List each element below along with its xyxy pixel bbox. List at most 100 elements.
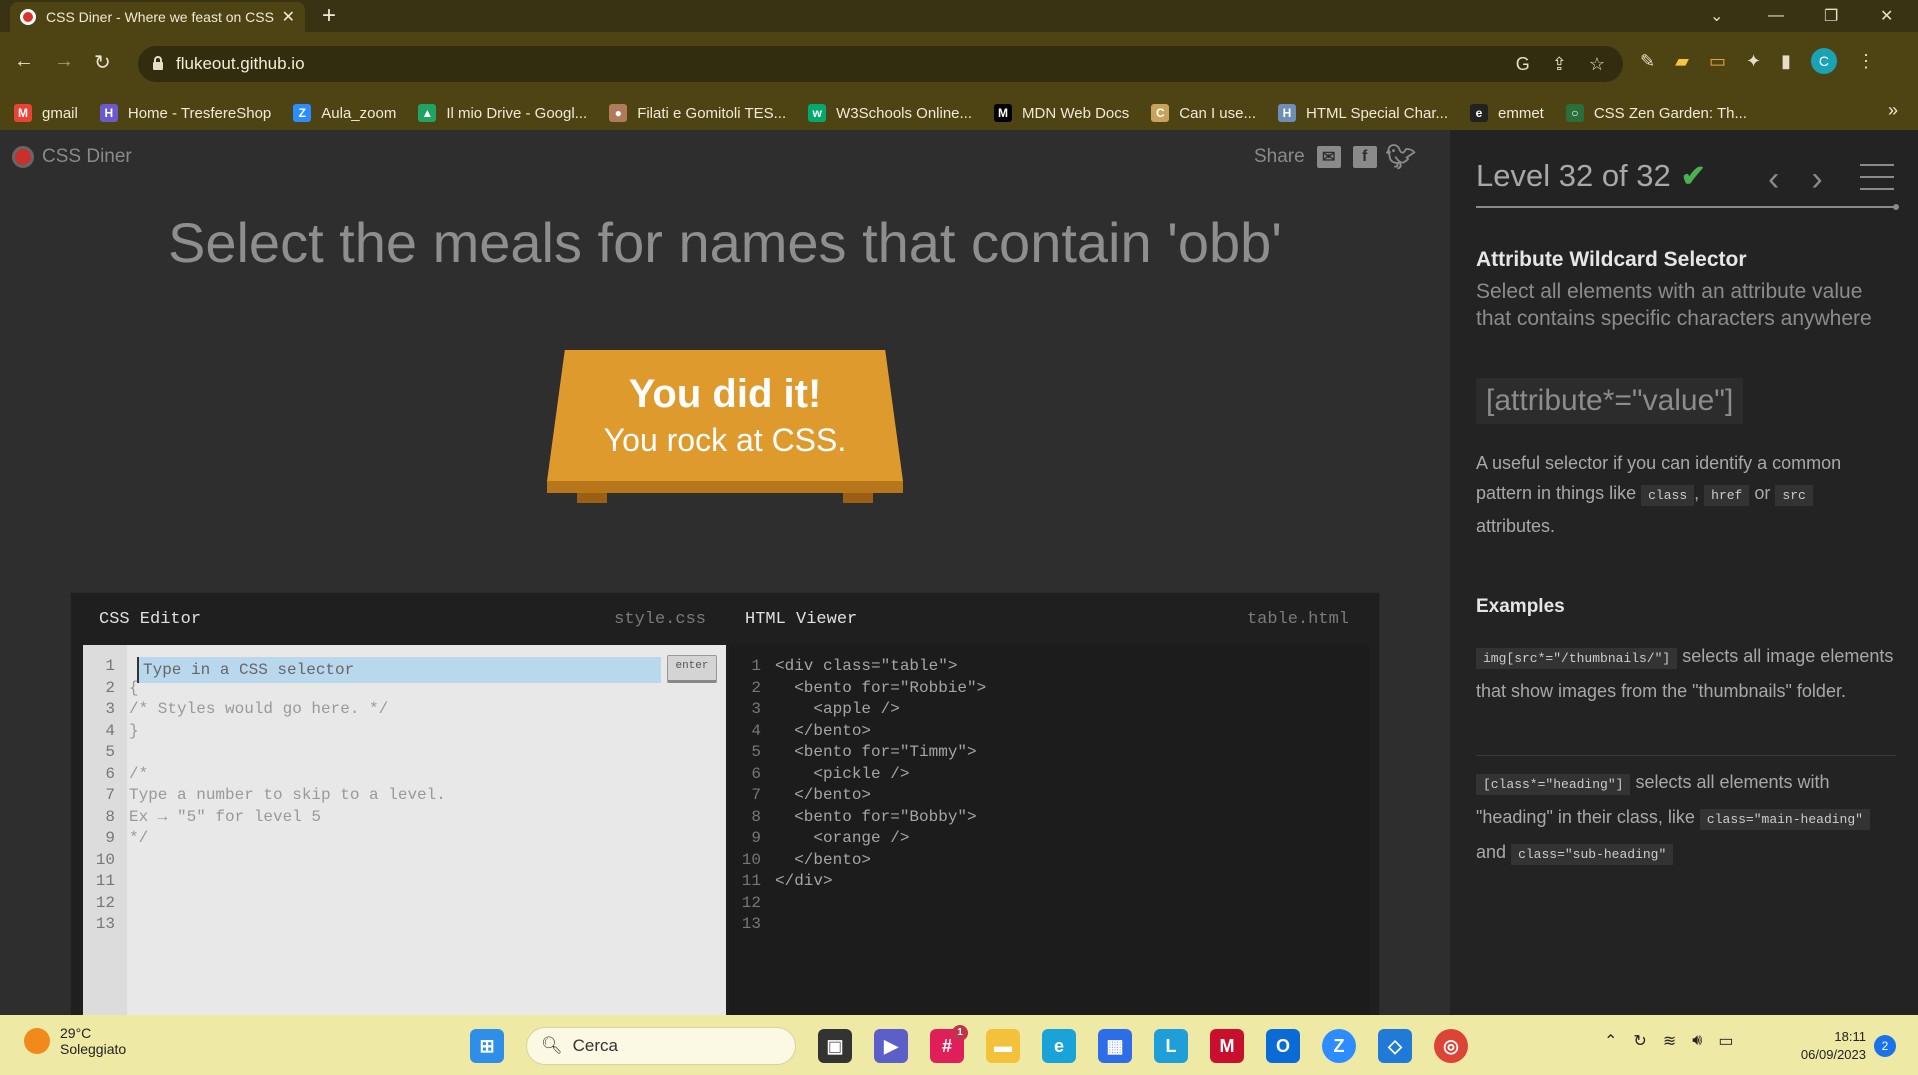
weather-widget[interactable]: 29°C Soleggiato bbox=[24, 1025, 126, 1057]
line-number: 1 bbox=[105, 657, 115, 675]
window-close-icon[interactable]: ✕ bbox=[1880, 0, 1893, 32]
bookmark-item[interactable]: H Home - TresfereShop bbox=[99, 104, 272, 122]
extension-pen-icon[interactable]: ✎ bbox=[1640, 51, 1655, 72]
next-level-icon[interactable]: › bbox=[1811, 160, 1822, 199]
bookmark-favicon-icon: w bbox=[808, 104, 827, 122]
game-area: CSS Diner Share ✉ f 🐦︎ Select the meals … bbox=[0, 130, 1450, 1015]
code-line: </bento> bbox=[775, 850, 872, 869]
tab-search-icon[interactable]: ⌄ bbox=[1710, 0, 1723, 32]
extensions-puzzle-icon[interactable]: ✦ bbox=[1746, 51, 1761, 72]
sync-icon[interactable]: ↻ bbox=[1633, 1031, 1646, 1051]
facebook-icon[interactable]: f bbox=[1352, 146, 1377, 168]
line-number: 10 bbox=[741, 850, 761, 869]
line-number: 5 bbox=[751, 743, 761, 761]
teams-chat-icon[interactable]: ▶ bbox=[874, 1029, 908, 1063]
side-panel-icon[interactable]: ▮ bbox=[1781, 51, 1791, 72]
taskbar-search[interactable]: 🔍︎ Cerca bbox=[526, 1027, 796, 1065]
url-text: flukeout.github.io bbox=[176, 54, 305, 73]
new-tab-button[interactable]: + bbox=[322, 2, 336, 30]
windows-start-icon[interactable]: ⊞ bbox=[470, 1029, 504, 1063]
line-number: 10 bbox=[95, 850, 115, 869]
bookmark-favicon-icon: M bbox=[994, 104, 1013, 122]
app-l-icon[interactable]: L bbox=[1154, 1029, 1188, 1063]
level-menu-icon[interactable] bbox=[1860, 164, 1894, 200]
vscode-icon[interactable]: ◇ bbox=[1378, 1029, 1412, 1063]
level-sidebar: Level 32 of 32 ✔ ‹ › Attribute Wildcard … bbox=[1450, 130, 1918, 1015]
bookmark-label: W3Schools Online... bbox=[836, 104, 973, 122]
bookmark-item[interactable]: M MDN Web Docs bbox=[994, 104, 1129, 122]
line-number: 8 bbox=[751, 807, 761, 826]
code-line: <bento for="Timmy"> bbox=[775, 743, 977, 761]
notification-badge[interactable]: 2 bbox=[1874, 1035, 1896, 1057]
bookmark-item[interactable]: ○ CSS Zen Garden: Th... bbox=[1565, 104, 1747, 122]
bookmark-label: Home - TresfereShop bbox=[127, 104, 272, 122]
chrome-menu-icon[interactable]: ⋮ bbox=[1857, 51, 1875, 72]
bookmark-favicon-icon: ○ bbox=[1565, 104, 1584, 122]
app-o-icon[interactable]: O bbox=[1266, 1029, 1300, 1063]
line-number: 4 bbox=[105, 721, 115, 740]
bookmark-label: HTML Special Char... bbox=[1306, 104, 1448, 122]
table-leg bbox=[843, 493, 873, 503]
system-clock[interactable]: 18:11 06/09/2023 bbox=[1780, 1028, 1866, 1064]
code-line: Type a number to skip to a level. bbox=[129, 786, 446, 804]
share-area: Share ✉ f 🐦︎ bbox=[1254, 144, 1416, 171]
close-tab-icon[interactable]: ✕ bbox=[282, 7, 295, 27]
google-lens-icon[interactable]: G bbox=[1516, 54, 1530, 75]
enter-button[interactable]: enter bbox=[667, 655, 717, 683]
edge-icon[interactable]: e bbox=[1042, 1029, 1076, 1063]
logo-plate-icon bbox=[12, 146, 34, 168]
bookmarks-more-icon[interactable]: » bbox=[1888, 100, 1898, 121]
chrome-icon[interactable]: ◎ bbox=[1434, 1029, 1468, 1063]
line-number: 4 bbox=[751, 721, 761, 740]
twitter-icon[interactable]: 🐦︎ bbox=[1385, 144, 1415, 171]
share-page-icon[interactable]: ⇪ bbox=[1552, 54, 1567, 75]
address-bar[interactable]: flukeout.github.io G ⇪ ☆ bbox=[138, 46, 1623, 82]
slack-icon[interactable]: #1 bbox=[930, 1025, 968, 1063]
restore-icon[interactable]: ❐ bbox=[1824, 0, 1838, 32]
css-file-name: style.css bbox=[614, 609, 706, 629]
line-number: 13 bbox=[95, 915, 115, 933]
store-icon[interactable]: ▦ bbox=[1098, 1029, 1132, 1063]
bookmark-item[interactable]: w W3Schools Online... bbox=[808, 104, 972, 122]
bookmark-item[interactable]: C Can I use... bbox=[1151, 104, 1256, 122]
back-icon[interactable]: ← bbox=[14, 50, 34, 73]
bookmark-label: emmet bbox=[1498, 104, 1544, 122]
bookmark-label: gmail bbox=[42, 104, 78, 122]
temperature: 29°C bbox=[60, 1025, 92, 1041]
battery-icon[interactable]: ▭ bbox=[1718, 1031, 1733, 1051]
bookmark-favicon-icon: H bbox=[1278, 104, 1296, 122]
tab-strip: CSS Diner - Where we feast on CSS ✕ + ⌄ … bbox=[0, 0, 1918, 32]
file-explorer-icon[interactable]: ▬ bbox=[986, 1029, 1020, 1063]
wifi-icon[interactable]: ≋ bbox=[1663, 1031, 1676, 1051]
bookmark-item[interactable]: Z Aula_zoom bbox=[293, 104, 396, 122]
mcafee-icon[interactable]: M bbox=[1210, 1029, 1244, 1063]
previous-level-icon[interactable]: ‹ bbox=[1768, 160, 1779, 199]
line-number: 2 bbox=[105, 678, 115, 697]
bookmark-item[interactable]: e emmet bbox=[1470, 104, 1544, 122]
hint-code-class: class bbox=[1641, 485, 1695, 506]
show-hidden-icons[interactable]: ⌃ bbox=[1604, 1031, 1617, 1051]
extension-note-icon[interactable]: ▰ bbox=[1675, 51, 1689, 72]
bookmark-star-icon[interactable]: ☆ bbox=[1589, 54, 1605, 75]
reload-icon[interactable]: ↻ bbox=[94, 50, 111, 75]
forward-icon[interactable]: → bbox=[54, 50, 74, 73]
browser-tab[interactable]: CSS Diner - Where we feast on CSS ✕ bbox=[10, 2, 305, 32]
css-diner-logo[interactable]: CSS Diner bbox=[12, 146, 132, 168]
hint-after: attributes. bbox=[1476, 516, 1556, 536]
task-view-icon[interactable]: ▣ bbox=[818, 1029, 852, 1063]
volume-icon[interactable]: 🔊︎ bbox=[1692, 1032, 1702, 1050]
example-1-code: img[src*="/thumbnails/"] bbox=[1476, 648, 1678, 669]
bookmark-item[interactable]: ● Filati e Gomitoli TES... bbox=[609, 104, 786, 122]
minimize-icon[interactable]: — bbox=[1768, 0, 1784, 32]
profile-avatar[interactable]: C bbox=[1810, 48, 1837, 74]
zoom-icon[interactable]: Z bbox=[1322, 1029, 1356, 1063]
email-icon[interactable]: ✉ bbox=[1316, 146, 1341, 168]
bookmark-item[interactable]: H HTML Special Char... bbox=[1278, 104, 1448, 122]
search-icon: 🔍︎ bbox=[541, 1036, 563, 1055]
line-number: 5 bbox=[105, 743, 115, 761]
bookmark-item[interactable]: ▲ Il mio Drive - Googl... bbox=[418, 104, 587, 122]
extension-folder-icon[interactable]: ▭ bbox=[1709, 51, 1726, 72]
css-selector-input[interactable] bbox=[137, 657, 661, 683]
bookmark-item[interactable]: Mgmail bbox=[14, 104, 78, 122]
selector-description: Select all elements with an attribute va… bbox=[1476, 280, 1872, 330]
